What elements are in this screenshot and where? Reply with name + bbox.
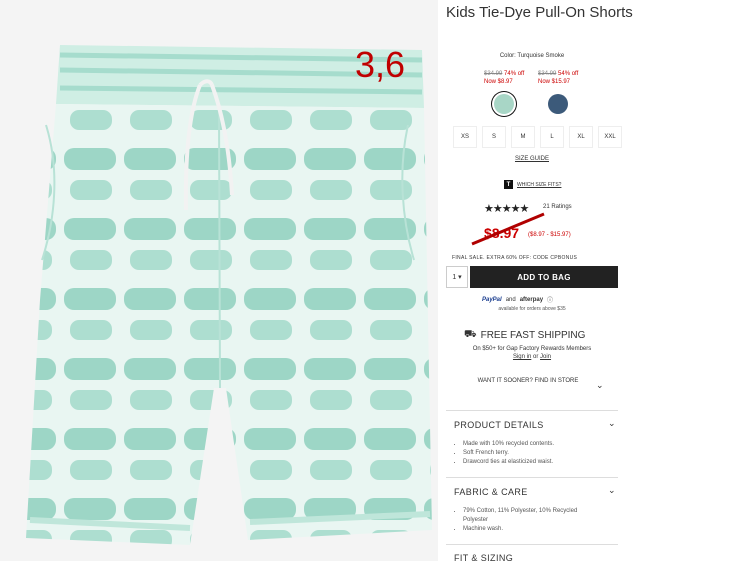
now-price: Now $8.97 <box>484 79 513 85</box>
payment-options: PayPal and afterpay ⓘ <box>482 295 553 305</box>
shipping-subtext-line: On $50+ for Gap Factory Rewards Members <box>472 346 592 352</box>
quantity-select[interactable]: 1 ▾ <box>446 266 468 288</box>
list-item: 79% Cotton, 11% Polyester, 10% Recycled … <box>463 507 603 525</box>
info-icon[interactable]: ⓘ <box>547 295 553 304</box>
which-size-fits[interactable]: T WHICH SIZE FITS? <box>504 180 561 189</box>
shipping-subtext: On $50+ for Gap Factory Rewards Members … <box>446 345 618 361</box>
discount: 74% off <box>504 71 525 77</box>
fabric-care-list: 79% Cotton, 11% Polyester, 10% Recycled … <box>454 507 603 534</box>
list-item: Machine wash. <box>463 525 603 534</box>
product-info-panel: Kids Tie-Dye Pull-On Shorts Color: Turqu… <box>446 0 633 563</box>
swatch-navy[interactable] <box>548 94 568 114</box>
list-item: Soft French terry. <box>463 449 554 458</box>
paypal-logo: PayPal <box>482 296 502 303</box>
which-size-label: WHICH SIZE FITS? <box>517 181 562 188</box>
truck-icon: ⛟ <box>464 329 477 340</box>
size-xl[interactable]: XL <box>569 126 593 148</box>
size-s[interactable]: S <box>482 126 506 148</box>
size-xs[interactable]: XS <box>453 126 477 148</box>
old-price: $34.99 <box>484 71 503 77</box>
color-label: Color: Turquoise Smoke <box>499 53 565 59</box>
list-item: Made with 10% recycled contents. <box>463 440 554 449</box>
annotation-label: 3,6 <box>355 44 406 85</box>
chevron-down-icon[interactable]: ⌄ <box>608 418 616 429</box>
join-link[interactable]: Join <box>540 354 551 360</box>
product-details-title[interactable]: PRODUCT DETAILS <box>454 420 544 430</box>
shipping-banner: ⛟ FREE FAST SHIPPING <box>464 329 585 342</box>
size-xxl[interactable]: XXL <box>598 126 622 148</box>
product-title: Kids Tie-Dye Pull-On Shorts <box>446 4 633 21</box>
afterpay-logo: afterpay <box>519 296 544 303</box>
price-option-1: $34.99 74% off Now $8.97 <box>484 70 524 86</box>
shipping-title: FREE FAST SHIPPING <box>480 330 586 341</box>
divider <box>446 477 618 478</box>
strike-mark <box>471 212 545 246</box>
old-price: $34.99 <box>538 71 557 77</box>
size-l[interactable]: L <box>540 126 564 148</box>
discount: 54% off <box>558 71 579 77</box>
swatch-turquoise[interactable] <box>494 94 514 114</box>
fit-icon: T <box>504 180 513 189</box>
payment-availability: available for orders above $35 <box>498 306 566 312</box>
price-option-2: $34.99 54% off Now $15.97 <box>538 70 578 86</box>
divider <box>446 544 618 545</box>
fit-sizing-title[interactable]: FIT & SIZING <box>454 553 513 563</box>
quantity-value: 1 <box>452 273 457 281</box>
now-price: Now $15.97 <box>538 79 571 85</box>
chevron-down-icon[interactable]: ⌄ <box>608 485 616 496</box>
sign-in-link[interactable]: Sign in <box>513 354 531 360</box>
product-details-list: Made with 10% recycled contents. Soft Fr… <box>454 440 554 467</box>
or-text: or <box>533 354 539 360</box>
fabric-care-title[interactable]: FABRIC & CARE <box>454 487 528 497</box>
find-in-store[interactable]: WANT IT SOONER? FIND IN STORE <box>468 378 588 385</box>
chevron-down-icon[interactable]: ⌄ <box>596 380 604 391</box>
promo-text: FINAL SALE. EXTRA 60% OFF: CODE CPBONUS <box>452 255 578 261</box>
divider <box>446 410 618 411</box>
size-m[interactable]: M <box>511 126 535 148</box>
size-selector: XS S M L XL XXL <box>453 126 622 148</box>
add-to-bag-button[interactable]: ADD TO BAG <box>470 266 618 288</box>
list-item: Drawcord ties at elasticized waist. <box>463 458 554 467</box>
size-guide-link[interactable]: SIZE GUIDE <box>446 156 618 162</box>
and-text: and <box>505 296 516 303</box>
